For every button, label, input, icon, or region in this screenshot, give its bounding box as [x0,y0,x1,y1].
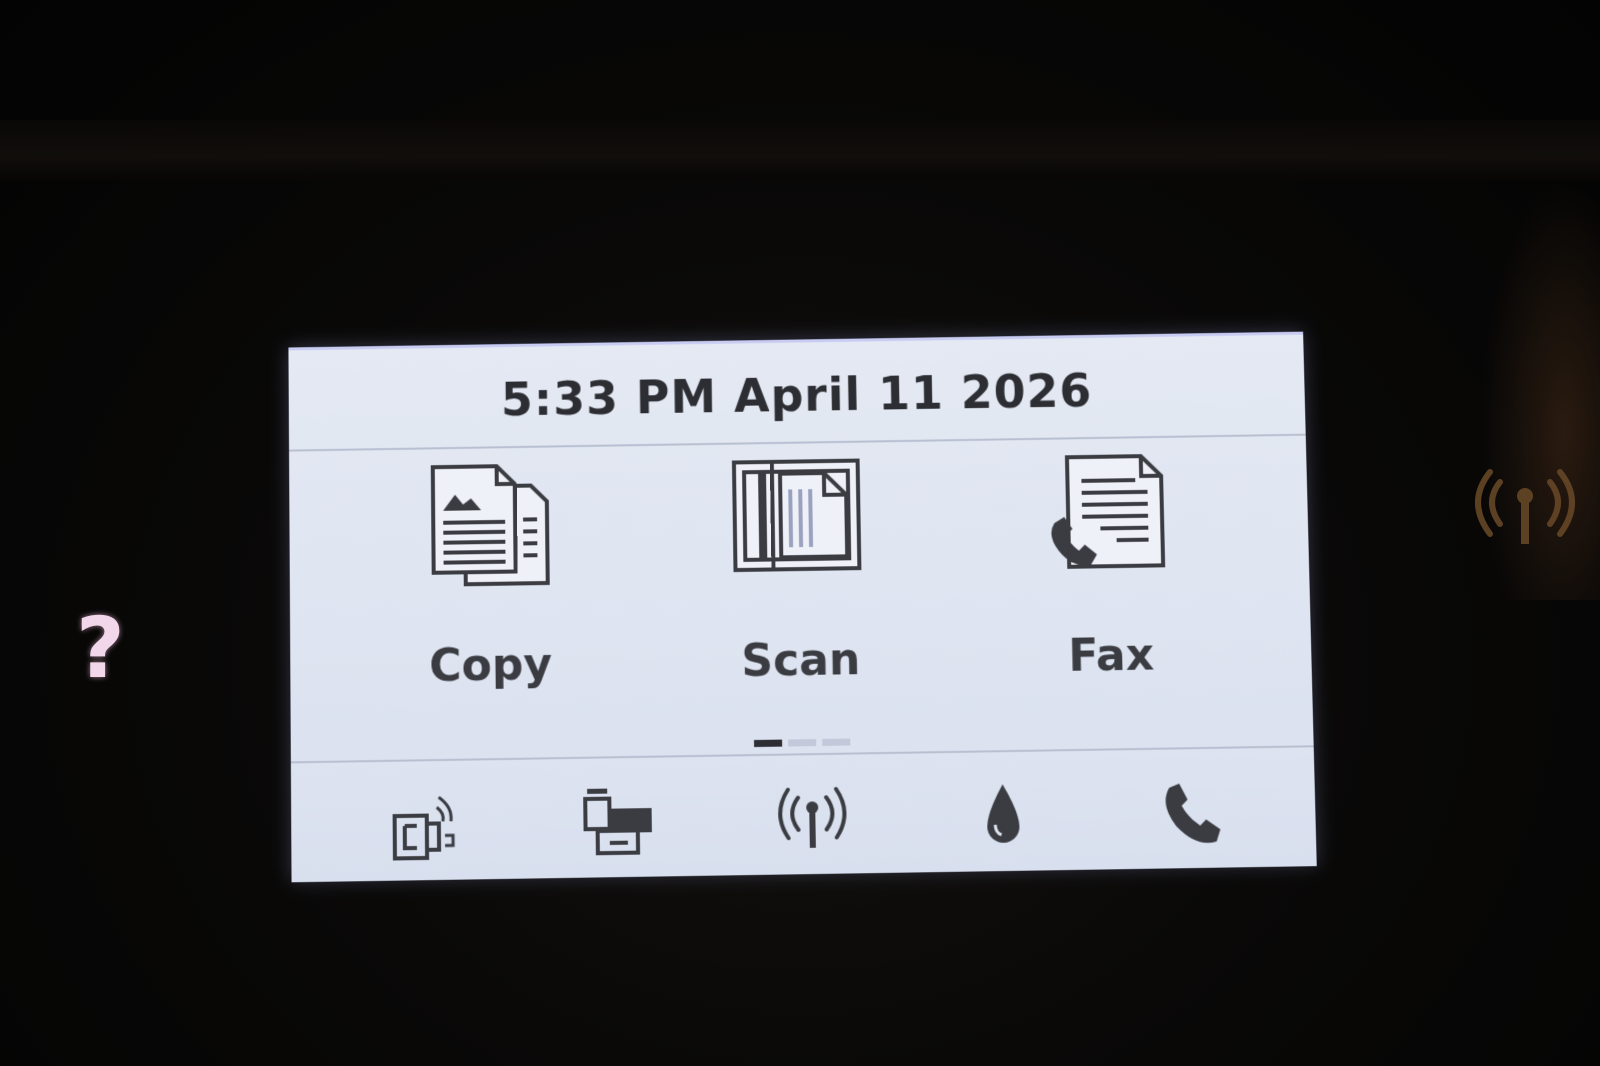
touch-screen: 5:33 PM April 11 2026 Copy Scan Fax [288,331,1317,883]
bezel-top-edge [0,120,1600,180]
tile-fax-label: Fax [1067,629,1155,682]
wireless-icon [772,779,854,848]
tile-scan[interactable]: Scan [688,454,912,717]
ink-icon [986,784,1020,844]
status-bar: 5:33 PM April 11 2026 [288,334,1306,452]
help-icon: ? [76,599,125,697]
wireless-led-icon [1470,462,1580,552]
status-datetime: 5:33 PM April 11 2026 [500,363,1093,427]
app-tiles: Copy Scan Fax [289,436,1313,742]
web-services-icon [579,788,652,864]
fax-status-icon [1165,782,1221,844]
wireless-direct-icon [386,785,467,867]
scan-icon [728,454,870,586]
page-dot-3[interactable] [822,738,851,746]
tile-copy-label: Copy [428,638,553,692]
tile-scan-label: Scan [741,634,861,688]
web-services-button[interactable] [574,782,665,864]
bottom-toolbar [290,745,1317,883]
tile-fax[interactable]: Fax [997,449,1222,712]
copy-icon [419,459,560,591]
page-dot-2[interactable] [788,739,817,747]
wireless-button[interactable] [767,779,859,861]
help-button[interactable]: ? [76,606,125,690]
ink-levels-button[interactable] [957,776,1049,858]
fax-status-button[interactable] [1148,773,1240,855]
wireless-direct-button[interactable] [381,785,472,867]
page-dot-1[interactable] [753,739,783,748]
tile-copy[interactable]: Copy [379,459,601,722]
fax-icon [1051,450,1180,582]
